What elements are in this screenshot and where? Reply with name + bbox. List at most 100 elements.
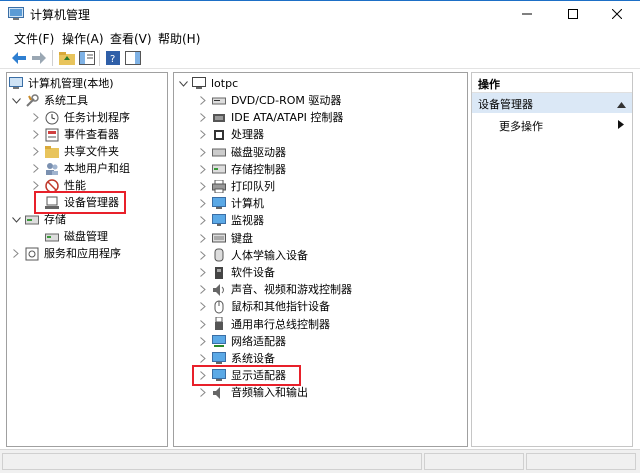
menu-view[interactable]: 查看(V) xyxy=(110,30,152,47)
status-bar xyxy=(0,449,640,473)
chevron-right-icon[interactable] xyxy=(30,180,42,192)
tree-item-local-users[interactable]: 本地用户和组 xyxy=(30,160,130,177)
system-device-icon xyxy=(212,352,226,366)
chevron-right-icon[interactable] xyxy=(197,95,209,107)
device-category-label: 声音、视频和游戏控制器 xyxy=(231,283,352,297)
keyboard-icon xyxy=(212,231,226,245)
status-cell xyxy=(526,453,636,470)
device-category-row[interactable]: 键盘 xyxy=(197,230,253,247)
chevron-right-icon[interactable] xyxy=(197,335,209,347)
up-folder-icon[interactable] xyxy=(58,49,76,67)
device-category-row[interactable]: 鼠标和其他指针设备 xyxy=(197,298,330,315)
device-category-row[interactable]: 处理器 xyxy=(197,126,264,143)
device-category-row[interactable]: 软件设备 xyxy=(197,264,275,281)
collapse-up-icon[interactable] xyxy=(617,98,626,111)
tree-label: 服务和应用程序 xyxy=(44,247,121,260)
menu-help[interactable]: 帮助(H) xyxy=(158,30,200,47)
show-action-pane-icon[interactable] xyxy=(124,49,142,67)
chevron-right-icon[interactable] xyxy=(30,112,42,124)
chevron-right-icon[interactable] xyxy=(197,301,209,313)
chevron-right-icon[interactable] xyxy=(197,163,209,175)
chevron-right-icon[interactable] xyxy=(197,267,209,279)
maximize-button[interactable] xyxy=(550,1,596,27)
processor-icon xyxy=(212,128,226,142)
chevron-right-icon[interactable] xyxy=(197,198,209,210)
device-category-row[interactable]: 监视器 xyxy=(197,212,264,229)
chevron-right-icon[interactable] xyxy=(30,129,42,141)
device-category-row[interactable]: 打印队列 xyxy=(197,178,275,195)
chevron-right-icon[interactable] xyxy=(197,129,209,141)
ide-controller-icon xyxy=(212,111,226,125)
device-category-label: 网络适配器 xyxy=(231,334,286,348)
back-arrow-icon[interactable] xyxy=(10,49,28,67)
chevron-right-icon[interactable] xyxy=(197,146,209,158)
toolbar: ? xyxy=(0,47,640,69)
more-actions-item[interactable]: 更多操作 xyxy=(472,115,632,135)
device-category-row[interactable]: 存储控制器 xyxy=(197,161,286,178)
device-category-row[interactable]: 磁盘驱动器 xyxy=(197,144,286,161)
chevron-right-icon[interactable] xyxy=(30,146,42,158)
tree-label: 任务计划程序 xyxy=(64,111,130,124)
device-tree-pane: lotpc DVD/CD-ROM 驱动器 IDE ATA/ATAPI 控制器 处理器… xyxy=(173,72,468,447)
menu-action[interactable]: 操作(A) xyxy=(62,30,104,47)
minimize-button[interactable] xyxy=(504,1,550,27)
status-cell xyxy=(2,453,422,470)
close-button[interactable] xyxy=(594,1,640,27)
device-category-row[interactable]: 计算机 xyxy=(197,195,264,212)
storage-icon xyxy=(25,213,39,227)
device-category-label: 键盘 xyxy=(231,231,253,245)
device-category-row[interactable]: 人体学输入设备 xyxy=(197,247,308,264)
chevron-right-icon[interactable] xyxy=(197,249,209,261)
chevron-down-icon[interactable] xyxy=(10,214,22,226)
toolbar-separator xyxy=(52,50,53,66)
tree-label: 共享文件夹 xyxy=(64,145,119,158)
device-category-row[interactable]: 音频输入和输出 xyxy=(197,384,308,401)
highlight-box xyxy=(34,191,126,214)
tree-label: 磁盘管理 xyxy=(64,230,108,243)
device-category-row[interactable]: 网络适配器 xyxy=(197,333,286,350)
tree-item-disk-management[interactable]: 磁盘管理 xyxy=(45,228,108,245)
more-actions-label: 更多操作 xyxy=(499,120,543,133)
tree-item-system-tools[interactable]: 系统工具 xyxy=(10,92,88,109)
tree-item-services-apps[interactable]: 服务和应用程序 xyxy=(10,245,121,262)
chevron-right-icon[interactable] xyxy=(197,112,209,124)
device-tree-root[interactable]: lotpc xyxy=(177,75,238,92)
device-category-row[interactable]: 声音、视频和游戏控制器 xyxy=(197,281,352,298)
device-category-label: 打印队列 xyxy=(231,180,275,193)
device-category-row[interactable]: 通用串行总线控制器 xyxy=(197,316,330,333)
device-category-row[interactable]: IDE ATA/ATAPI 控制器 xyxy=(197,109,343,126)
show-tree-icon[interactable] xyxy=(78,49,96,67)
device-category-label: IDE ATA/ATAPI 控制器 xyxy=(231,111,344,125)
chevron-right-icon[interactable] xyxy=(197,215,209,227)
submenu-arrow-icon xyxy=(618,119,624,132)
chevron-right-icon[interactable] xyxy=(197,318,209,330)
chevron-right-icon[interactable] xyxy=(197,181,209,193)
computer-management-icon xyxy=(9,77,23,91)
network-adapter-icon xyxy=(212,334,226,348)
chevron-right-icon[interactable] xyxy=(30,163,42,175)
chevron-right-icon[interactable] xyxy=(10,248,22,260)
tree-item-shared-folders[interactable]: 共享文件夹 xyxy=(30,143,119,160)
tree-item-computer-management[interactable]: 计算机管理(本地) xyxy=(9,75,114,92)
help-icon[interactable]: ? xyxy=(104,49,122,67)
menu-file[interactable]: 文件(F) xyxy=(14,30,54,47)
tree-item-event-viewer[interactable]: 事件查看器 xyxy=(30,126,119,143)
device-category-row[interactable]: DVD/CD-ROM 驱动器 xyxy=(197,92,341,109)
shared-folder-icon xyxy=(45,145,59,159)
sound-icon xyxy=(212,283,226,297)
dvd-drive-icon xyxy=(212,94,226,108)
action-section-label: 设备管理器 xyxy=(478,98,533,111)
chevron-down-icon[interactable] xyxy=(10,95,22,107)
chevron-right-icon[interactable] xyxy=(197,353,209,365)
software-device-icon xyxy=(212,266,226,280)
chevron-right-icon[interactable] xyxy=(197,284,209,296)
tree-item-task-scheduler[interactable]: 任务计划程序 xyxy=(30,109,130,126)
disk-icon xyxy=(45,230,59,244)
chevron-down-icon[interactable] xyxy=(177,78,189,90)
printer-icon xyxy=(212,180,226,194)
chevron-right-icon[interactable] xyxy=(197,387,209,399)
action-section-device-manager[interactable]: 设备管理器 xyxy=(472,93,632,113)
forward-arrow-icon[interactable] xyxy=(30,49,48,67)
hid-icon xyxy=(212,248,226,262)
chevron-right-icon[interactable] xyxy=(197,232,209,244)
